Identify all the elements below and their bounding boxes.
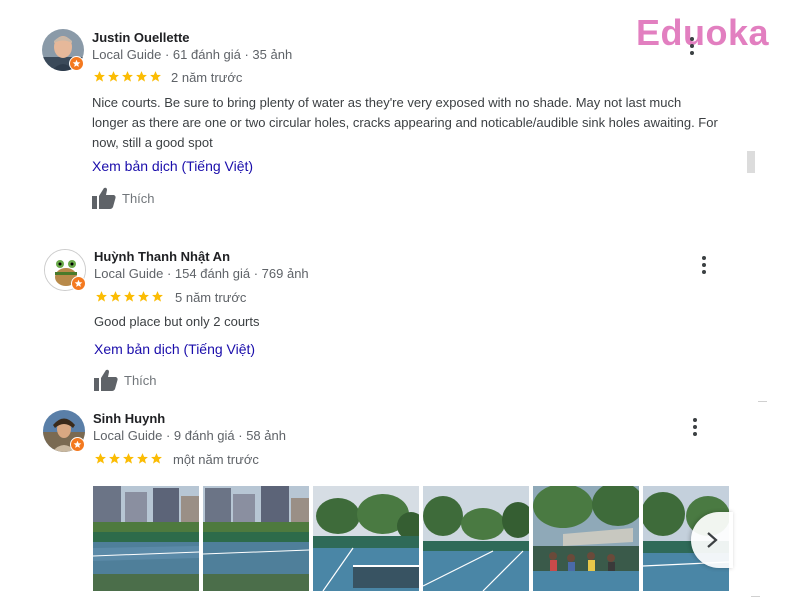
- star-icon: [123, 453, 134, 464]
- review-photo[interactable]: [533, 486, 639, 591]
- dot: [693, 425, 697, 429]
- dot: [693, 432, 697, 436]
- review-photo[interactable]: [423, 486, 529, 591]
- star-icon: [151, 453, 162, 464]
- review-photo-strip: [93, 486, 729, 591]
- more-options-button[interactable]: [685, 415, 705, 439]
- local-guide-badge-icon: [70, 437, 85, 452]
- review-photo[interactable]: [203, 486, 309, 591]
- more-vert-icon: [693, 418, 697, 422]
- review-photo[interactable]: [93, 486, 199, 591]
- reviewer-meta: Local Guide · 9 đánh giá · 58 ảnh: [93, 428, 286, 443]
- review-photo[interactable]: [313, 486, 419, 591]
- rating-stars: [94, 452, 163, 465]
- star-icon: [137, 453, 148, 464]
- chevron-right-icon: [707, 532, 718, 548]
- star-icon: [109, 453, 120, 464]
- review-card: Sinh Huynh Local Guide · 9 đánh giá · 58…: [0, 0, 760, 600]
- reviewer-name[interactable]: Sinh Huynh: [93, 411, 165, 426]
- star-icon: [95, 453, 106, 464]
- review-time: một năm trước: [173, 452, 259, 467]
